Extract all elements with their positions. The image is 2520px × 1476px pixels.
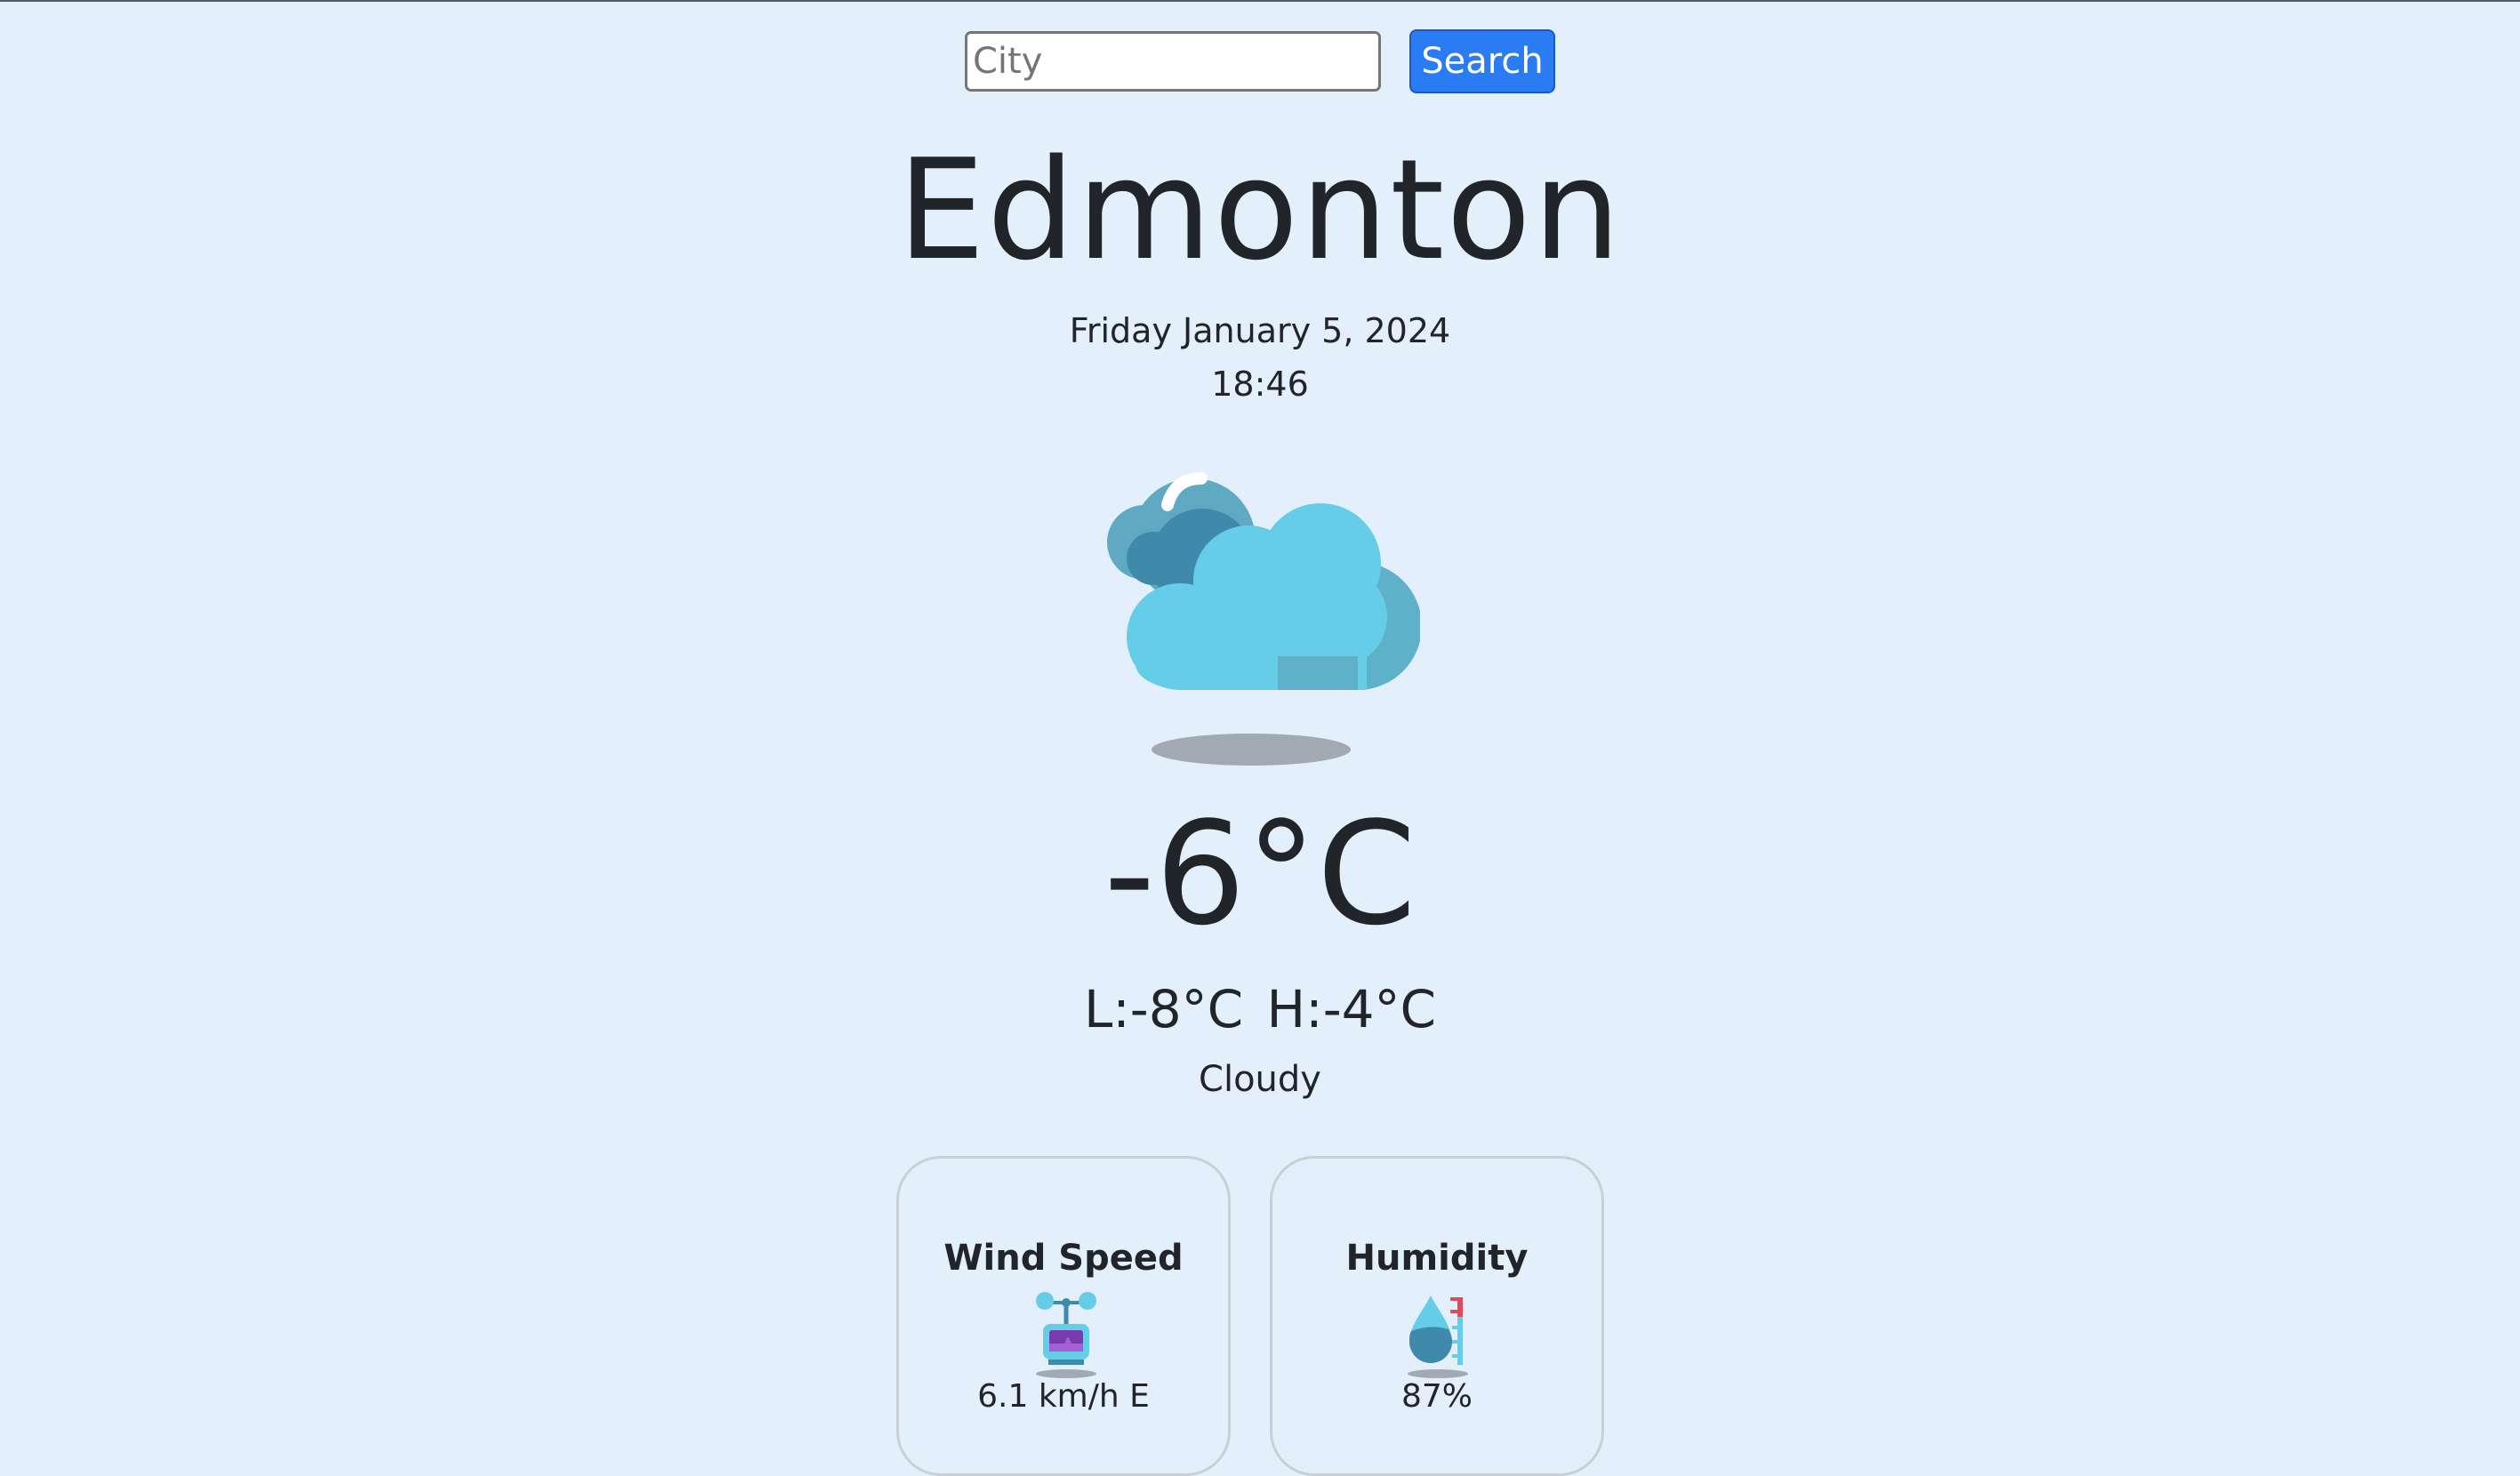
current-date: Friday January 5, 2024 (1069, 311, 1451, 350)
current-time: 18:46 (1211, 365, 1309, 404)
search-button[interactable]: Search (1409, 29, 1555, 93)
search-bar: Search (0, 29, 2520, 93)
low-high-temperature: L:-8°C H:-4°C (1083, 979, 1437, 1039)
weather-condition: Cloudy (1199, 1059, 1321, 1100)
wind-speed-card: Wind Speed 6.1 km/h E (896, 1156, 1231, 1476)
humidity-value: 87% (1400, 1378, 1473, 1415)
cloudy-icon (1082, 452, 1422, 772)
anemometer-icon (1022, 1290, 1111, 1379)
window-top-border (0, 0, 2520, 2)
humidity-card: Humidity 87% (1270, 1156, 1604, 1476)
wind-speed-value: 6.1 km/h E (977, 1378, 1150, 1415)
humidity-title: Humidity (1345, 1238, 1529, 1279)
humidity-drop-icon (1395, 1290, 1484, 1379)
current-temperature: -6°C (1104, 790, 1416, 957)
wind-speed-title: Wind Speed (943, 1238, 1184, 1279)
city-name: Edmonton (897, 129, 1623, 291)
city-search-input[interactable] (965, 31, 1381, 92)
